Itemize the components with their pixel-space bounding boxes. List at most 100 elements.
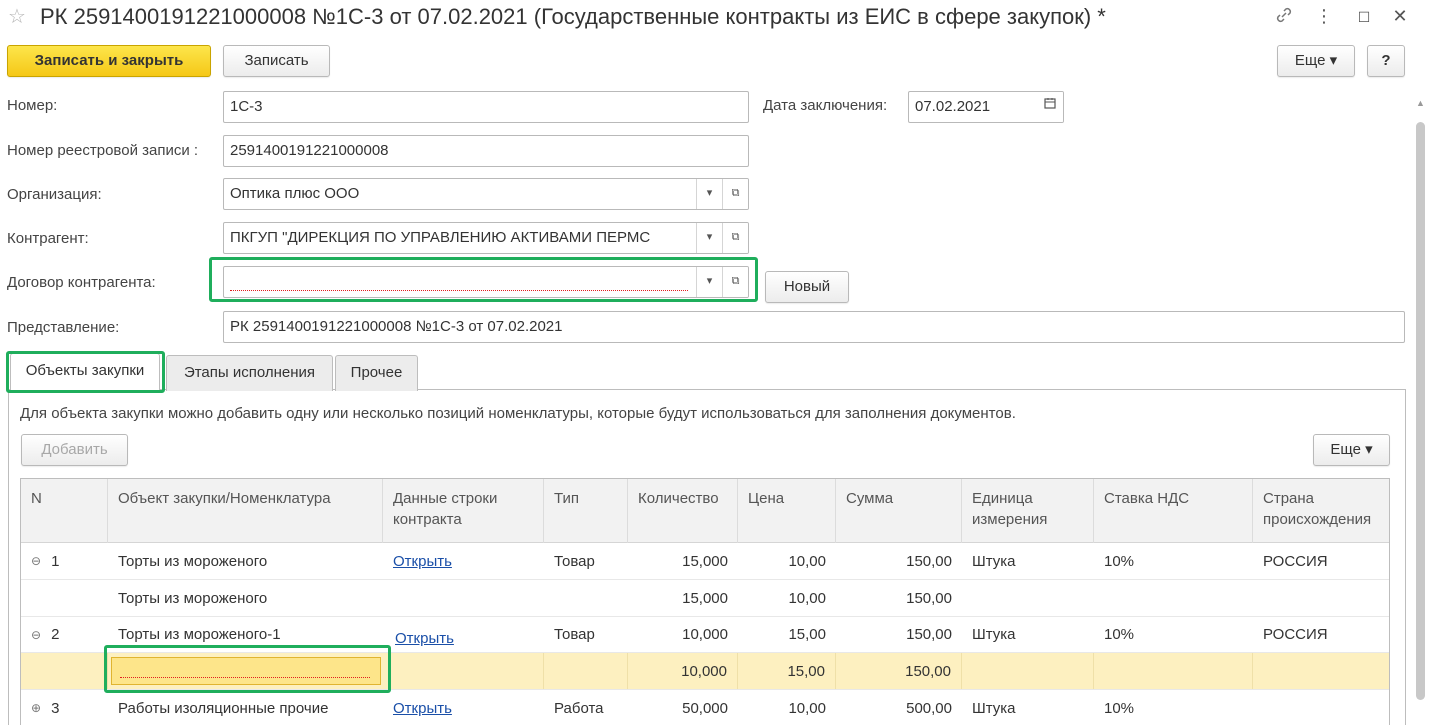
more-vert-icon[interactable]: ⋮ — [1312, 6, 1336, 27]
number-label: Номер: — [7, 97, 58, 114]
row-country: РОССИЯ — [1263, 626, 1328, 643]
header-contract-data[interactable]: Данные строки контракта — [383, 479, 544, 543]
number-value: 1С-3 — [230, 98, 263, 115]
table-header: N Объект закупки/Номенклатура Данные стр… — [21, 479, 1389, 543]
row-number: 3 — [51, 699, 60, 717]
tab-execution-stages[interactable]: Этапы исполнения — [166, 355, 333, 391]
row-qty: 15,000 — [682, 589, 728, 607]
info-text: Для объекта закупки можно добавить одну … — [20, 405, 1016, 422]
row-qty: 50,000 — [682, 699, 728, 717]
row-object: Торты из мороженого — [118, 589, 268, 607]
representation-field[interactable]: РК 2591400191221000008 №1С-3 от 07.02.20… — [223, 311, 1405, 343]
row-qty: 10,000 — [682, 626, 728, 643]
row-unit: Штука — [972, 626, 1016, 643]
close-icon[interactable]: ✕ — [1388, 6, 1412, 27]
chevron-down-icon[interactable]: ▾ — [696, 179, 722, 209]
contractor-field[interactable]: ПКГУП "ДИРЕКЦИЯ ПО УПРАВЛЕНИЮ АКТИВАМИ П… — [223, 222, 749, 254]
link-icon[interactable] — [1272, 6, 1296, 29]
open-link[interactable]: Открыть — [393, 700, 452, 717]
maximize-icon[interactable]: ☐ — [1352, 9, 1376, 26]
header-unit[interactable]: Единица измерения — [962, 479, 1094, 543]
table-more-button[interactable]: Еще ▾ — [1313, 434, 1390, 466]
help-button[interactable]: ? — [1367, 45, 1405, 77]
row-price: 10,00 — [788, 699, 826, 717]
collapse-icon[interactable]: ⊖ — [31, 554, 41, 568]
table-row[interactable]: ⊕ 3 Работы изоляционные прочие Открыть Ра… — [21, 690, 1389, 725]
row-sum: 150,00 — [906, 552, 952, 570]
header-country[interactable]: Страна происхождения — [1253, 479, 1389, 543]
window-title: РК 2591400191221000008 №1С-3 от 07.02.20… — [40, 4, 1106, 29]
header-price[interactable]: Цена — [738, 479, 836, 543]
number-field[interactable]: 1С-3 — [223, 91, 749, 123]
row-qty: 15,000 — [682, 552, 728, 570]
chevron-down-icon[interactable]: ▾ — [696, 223, 722, 253]
row-type: Товар — [554, 626, 595, 643]
collapse-icon[interactable]: ⊖ — [31, 628, 41, 642]
organization-field[interactable]: Оптика плюс ООО ▾ ⧉ — [223, 178, 749, 210]
row-object: Торты из мороженого — [118, 552, 268, 570]
header-sum[interactable]: Сумма — [836, 479, 962, 543]
row-vat: 10% — [1104, 626, 1135, 643]
representation-value: РК 2591400191221000008 №1С-3 от 07.02.20… — [230, 318, 563, 335]
header-n[interactable]: N — [21, 479, 108, 543]
registry-label: Номер реестровой записи : — [7, 142, 199, 159]
vertical-scrollbar[interactable] — [1416, 122, 1425, 700]
star-icon[interactable]: ☆ — [8, 4, 26, 29]
expand-icon[interactable]: ⊕ — [31, 701, 41, 715]
new-contract-button[interactable]: Новый — [765, 271, 849, 303]
row-sum: 150,00 — [906, 589, 952, 607]
row-sum: 150,00 — [906, 626, 952, 643]
chevron-down-icon[interactable]: ▾ — [696, 267, 722, 297]
header-qty[interactable]: Количество — [628, 479, 738, 543]
header-vat[interactable]: Ставка НДС — [1094, 479, 1253, 543]
contract-label: Договор контрагента: — [7, 274, 156, 291]
row-sum: 150,00 — [836, 653, 962, 689]
title-bar: ☆ РК 2591400191221000008 №1С-3 от 07.02.… — [0, 0, 1430, 36]
add-button[interactable]: Добавить — [21, 434, 128, 466]
row-sum: 500,00 — [906, 699, 952, 717]
cell-highlight — [104, 645, 391, 693]
organization-label: Организация: — [7, 186, 102, 203]
save-button[interactable]: Записать — [223, 45, 330, 77]
contract-field[interactable]: ▾ ⧉ — [223, 266, 749, 298]
row-country: РОССИЯ — [1263, 552, 1328, 570]
open-icon[interactable]: ⧉ — [722, 223, 748, 253]
organization-value: Оптика плюс ООО — [230, 185, 360, 202]
row-vat: 10% — [1104, 699, 1135, 717]
row-number: 1 — [51, 552, 60, 570]
open-link[interactable]: Открыть — [395, 630, 454, 647]
row-type: Работа — [554, 699, 604, 717]
header-type[interactable]: Тип — [544, 479, 628, 543]
representation-label: Представление: — [7, 319, 120, 336]
row-price: 10,00 — [788, 552, 826, 570]
scroll-up-icon[interactable]: ▲ — [1416, 98, 1425, 108]
row-unit: Штука — [972, 699, 1016, 717]
row-unit: Штука — [972, 552, 1016, 570]
row-object: Работы изоляционные прочие — [118, 699, 329, 717]
validation-underline — [230, 290, 688, 291]
table-row[interactable]: Торты из мороженого 15,000 10,00 150,00 — [21, 580, 1389, 617]
tab-other[interactable]: Прочее — [335, 355, 418, 391]
open-link[interactable]: Открыть — [393, 553, 452, 570]
date-label: Дата заключения: — [763, 97, 888, 114]
registry-field[interactable]: 2591400191221000008 — [223, 135, 749, 167]
row-type: Товар — [554, 552, 595, 570]
open-icon[interactable]: ⧉ — [722, 179, 748, 209]
calendar-icon[interactable] — [1037, 92, 1063, 122]
table-row[interactable]: ⊖ 1 Торты из мороженого Открыть Товар 15,… — [21, 543, 1389, 580]
row-vat: 10% — [1104, 552, 1135, 570]
row-price: 15,00 — [788, 626, 826, 643]
registry-value: 2591400191221000008 — [230, 142, 389, 159]
date-field[interactable]: 07.02.2021 — [908, 91, 1064, 123]
open-icon[interactable]: ⧉ — [722, 267, 748, 297]
row-price: 15,00 — [738, 653, 836, 689]
contractor-label: Контрагент: — [7, 230, 89, 247]
save-and-close-button[interactable]: Записать и закрыть — [7, 45, 211, 77]
header-object[interactable]: Объект закупки/Номенклатура — [108, 479, 383, 543]
contractor-value: ПКГУП "ДИРЕКЦИЯ ПО УПРАВЛЕНИЮ АКТИВАМИ П… — [230, 229, 651, 246]
row-price: 10,00 — [788, 589, 826, 607]
row-qty: 10,000 — [628, 653, 738, 689]
more-button[interactable]: Еще ▾ — [1277, 45, 1355, 77]
row-country — [1253, 690, 1389, 725]
row-number: 2 — [51, 626, 60, 643]
